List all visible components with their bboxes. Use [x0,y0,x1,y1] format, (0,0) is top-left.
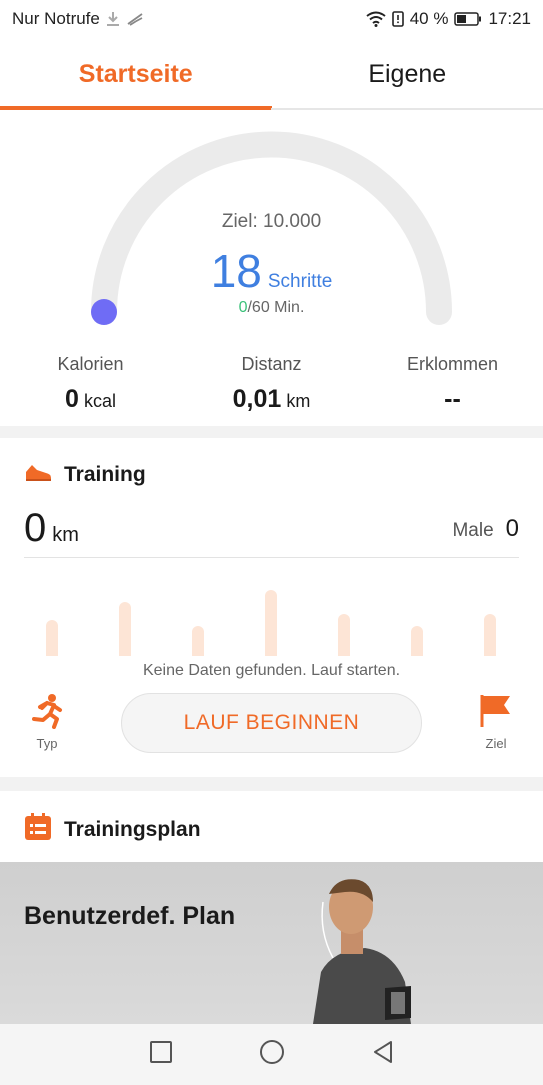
placeholder-bars [0,578,543,656]
runner-photo [313,879,411,1024]
nfc-icon [126,12,144,26]
placeholder-bar [484,614,496,656]
count-label: Male [452,519,494,541]
running-shoe-icon [24,462,52,488]
tab-startseite[interactable]: Startseite [0,38,272,110]
plan-header[interactable]: Trainingsplan [24,813,201,847]
system-nav-bar [0,1024,543,1085]
run-count: Male 0 [452,515,519,543]
steps-card[interactable]: Ziel: 10.000 18 Schritte 0/60 Min. Kalor… [0,110,543,426]
stat-distance: Distanz 0,01 km [181,354,362,414]
stat-number: -- [444,385,461,413]
goal-label: Ziel [485,736,507,751]
stat-unit: kcal [83,391,116,411]
training-header[interactable]: Training [24,462,146,488]
runner-icon [30,694,64,732]
type-label: Typ [36,736,58,751]
tab-eigene[interactable]: Eigene [272,38,543,110]
minutes-rest: /60 Min. [247,299,305,316]
distance-total: 0 km [24,506,79,551]
placeholder-bar [119,602,131,656]
no-data-message: Keine Daten gefunden. Lauf starten. [142,662,401,679]
stats-row: Kalorien 0 kcal Distanz 0,01 km Erklommen … [0,354,543,414]
start-run-button[interactable]: LAUF BEGINNEN [121,693,422,753]
active-minutes: 0/60 Min. [0,299,543,317]
stat-number: 0,01 [232,385,282,413]
custom-plan-title: Benutzerdef. Plan [24,902,236,930]
stat-calories: Kalorien 0 kcal [0,354,181,414]
stat-label: Erklommen [406,354,499,374]
home-icon[interactable] [259,1039,285,1070]
stat-number: 0 [65,385,79,413]
placeholder-bar [338,614,350,656]
recents-icon[interactable] [149,1040,173,1069]
stat-label: Distanz [241,354,302,374]
tab-bar: Startseite Eigene [0,38,543,110]
count-value: 0 [505,514,519,542]
steps-number: 18 [210,245,262,297]
status-bar: Nur Notrufe 40 % 17:21 [0,0,543,38]
steps-goal: Ziel: 10.000 [221,211,322,232]
calendar-icon [24,813,52,847]
flag-icon [479,695,513,732]
clock: 17:21 [488,9,531,28]
steps-unit: Schritte [267,271,333,292]
sim-alert-icon [391,11,404,27]
carrier-text: Nur Notrufe [12,9,100,28]
stat-value: -- [362,385,543,414]
training-title: Training [64,463,146,486]
stat-unit: km [286,391,311,411]
type-button[interactable]: Typ [17,693,77,751]
plan-title: Trainingsplan [64,818,201,841]
back-icon[interactable] [371,1040,395,1069]
steps-count: 18 Schritte [0,244,543,298]
distance-value: 0 [24,506,47,550]
battery-icon [454,12,482,26]
training-card: Training 0 km Male 0 Keine Daten gefunde… [0,438,543,777]
training-plan-card: Trainingsplan Benutzerdef. Plan [0,791,543,1024]
download-icon [106,11,120,27]
placeholder-bar [46,620,58,656]
training-actions: Typ LAUF BEGINNEN Ziel [0,693,543,755]
stat-value: 0 kcal [0,385,181,414]
custom-plan-banner[interactable]: Benutzerdef. Plan [0,862,543,1024]
placeholder-bar [265,590,277,656]
goal-button[interactable]: Ziel [466,693,526,751]
placeholder-bar [411,626,423,656]
placeholder-bar [192,626,204,656]
stat-label: Kalorien [57,354,124,374]
stat-value: 0,01 km [181,385,362,414]
battery-text: 40 % [409,9,449,28]
stat-climbed: Erklommen -- [362,354,543,414]
wifi-icon [366,11,386,27]
training-summary: 0 km Male 0 [24,500,519,558]
distance-unit: km [52,524,79,546]
